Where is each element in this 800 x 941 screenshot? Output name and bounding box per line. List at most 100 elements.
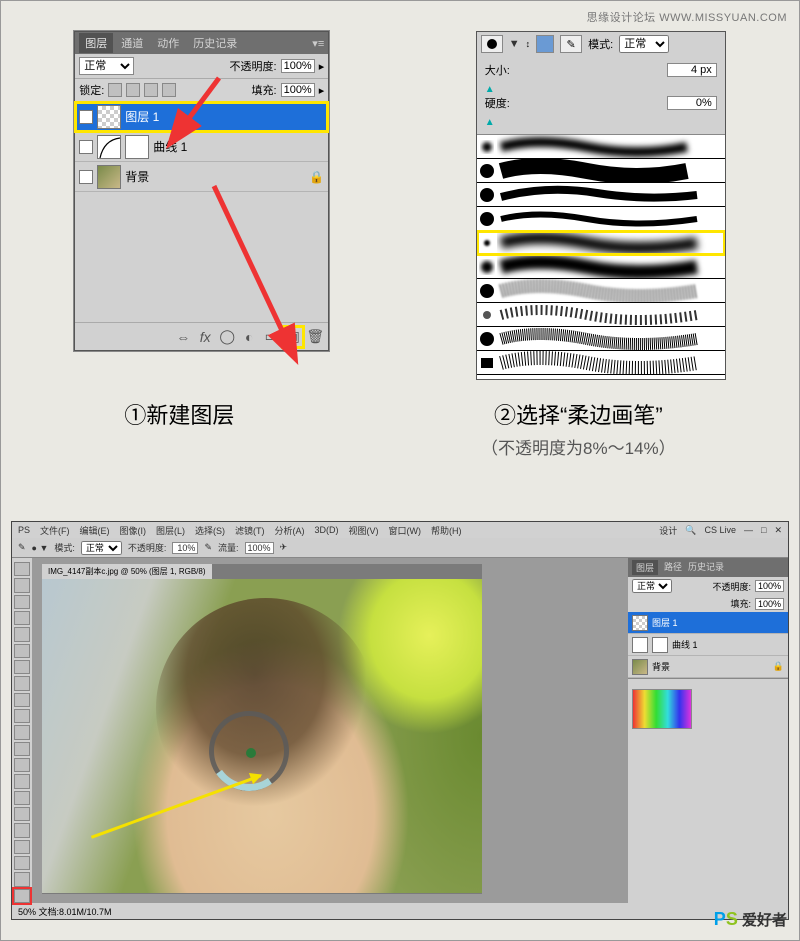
- fill-caret-icon[interactable]: ▸: [319, 84, 325, 97]
- brush-preset-row[interactable]: [477, 303, 725, 327]
- menu-3d[interactable]: 3D(D): [315, 525, 339, 535]
- dodge-tool-icon[interactable]: [14, 774, 30, 788]
- side-blend-mode[interactable]: 正常: [632, 579, 672, 593]
- side-opacity-value[interactable]: 100%: [755, 580, 784, 592]
- tab-paths[interactable]: 路径: [664, 560, 682, 575]
- blur-tool-icon[interactable]: [14, 758, 30, 772]
- side-layer-row[interactable]: 背景 🔒: [628, 656, 788, 678]
- new-layer-icon[interactable]: ▣: [284, 328, 302, 346]
- trash-icon[interactable]: 🗑: [306, 328, 324, 346]
- layer-row-curves[interactable]: 曲线 1: [75, 132, 328, 162]
- brush-size-icon[interactable]: ↕: [526, 39, 531, 49]
- fx-icon[interactable]: fx: [196, 328, 214, 346]
- brush-preset-row[interactable]: [477, 351, 725, 375]
- visibility-icon[interactable]: [79, 170, 93, 184]
- hardness-slider-icon[interactable]: ▲: [485, 117, 717, 128]
- brush-preview-icon[interactable]: [481, 35, 503, 53]
- canvas-photo[interactable]: [42, 579, 482, 893]
- color-ramp-icon[interactable]: [632, 689, 692, 729]
- menu-filter[interactable]: 滤镜(T): [235, 524, 265, 537]
- history-brush-tool-icon[interactable]: [14, 709, 30, 723]
- menu-edit[interactable]: 编辑(E): [80, 524, 110, 537]
- blend-mode-select[interactable]: 正常: [79, 57, 134, 75]
- tablet-opacity-icon[interactable]: ✎: [204, 542, 212, 553]
- hardness-value[interactable]: 0%: [667, 96, 717, 110]
- marquee-tool-icon[interactable]: [14, 578, 30, 592]
- side-layer-row[interactable]: 图层 1: [628, 612, 788, 634]
- search-icon[interactable]: 🔍: [685, 525, 696, 536]
- path-tool-icon[interactable]: [14, 823, 30, 837]
- tablet-icon[interactable]: ✎: [560, 35, 582, 53]
- size-value[interactable]: 4 px: [667, 63, 717, 77]
- lock-transparent-icon[interactable]: [108, 83, 122, 97]
- eraser-tool-icon[interactable]: [14, 725, 30, 739]
- menu-file[interactable]: 文件(F): [40, 524, 70, 537]
- tab-history[interactable]: 历史记录: [688, 560, 724, 575]
- lock-move-icon[interactable]: [144, 83, 158, 97]
- size-slider-icon[interactable]: ▲: [485, 84, 717, 95]
- visibility-icon[interactable]: [79, 140, 93, 154]
- side-layer-row[interactable]: 曲线 1: [628, 634, 788, 656]
- lock-all-icon[interactable]: [162, 83, 176, 97]
- folder-icon[interactable]: ▭: [262, 328, 280, 346]
- layer-row-layer1[interactable]: 图层 1: [75, 102, 328, 132]
- menu-layer[interactable]: 图层(L): [156, 524, 185, 537]
- window-minimize-icon[interactable]: —: [744, 525, 753, 535]
- brush-preset-row[interactable]: [477, 279, 725, 303]
- type-tool-icon[interactable]: [14, 807, 30, 821]
- brush-preset-row[interactable]: [477, 159, 725, 183]
- shape-tool-icon[interactable]: [14, 840, 30, 854]
- window-maximize-icon[interactable]: □: [761, 525, 766, 535]
- tab-channels[interactable]: 通道: [115, 33, 149, 53]
- link-icon[interactable]: ⇔: [174, 328, 192, 346]
- brush-preset-row-selected[interactable]: [477, 231, 725, 255]
- brush-preset-row[interactable]: [477, 327, 725, 351]
- menu-analysis[interactable]: 分析(A): [275, 524, 305, 537]
- panel-menu-icon[interactable]: ▾≡: [312, 37, 324, 50]
- side-fill-value[interactable]: 100%: [755, 598, 784, 610]
- brush-preset-row[interactable]: [477, 255, 725, 279]
- tab-actions[interactable]: 动作: [151, 33, 185, 53]
- brush-tool-icon[interactable]: [14, 676, 30, 690]
- wand-tool-icon[interactable]: [14, 611, 30, 625]
- adjustment-icon[interactable]: ◐: [240, 328, 258, 346]
- gradient-tool-icon[interactable]: [14, 742, 30, 756]
- brush-preset-row[interactable]: [477, 135, 725, 159]
- brush-preset-row[interactable]: [477, 207, 725, 231]
- brush-preset-row[interactable]: [477, 183, 725, 207]
- opacity-value[interactable]: 100%: [281, 59, 315, 73]
- pen-tool-icon[interactable]: [14, 791, 30, 805]
- optbar-flow-value[interactable]: 100%: [245, 542, 274, 554]
- tab-history[interactable]: 历史记录: [187, 33, 243, 53]
- tab-layers[interactable]: 图层: [79, 33, 113, 53]
- layer-row-background[interactable]: 背景 🔒: [75, 162, 328, 192]
- menu-select[interactable]: 选择(S): [195, 524, 225, 537]
- eyedropper-tool-icon[interactable]: [14, 644, 30, 658]
- lock-paint-icon[interactable]: [126, 83, 140, 97]
- opacity-caret-icon[interactable]: ▸: [319, 60, 325, 73]
- heal-tool-icon[interactable]: [14, 660, 30, 674]
- cslive-label[interactable]: CS Live: [705, 525, 737, 535]
- airbrush-icon[interactable]: ✈: [280, 542, 288, 553]
- color-swap-icon[interactable]: [536, 35, 554, 53]
- move-tool-icon[interactable]: [14, 562, 30, 576]
- menu-help[interactable]: 帮助(H): [431, 524, 462, 537]
- visibility-icon[interactable]: [79, 110, 93, 124]
- crop-tool-icon[interactable]: [14, 627, 30, 641]
- window-close-icon[interactable]: ✕: [774, 525, 782, 536]
- optbar-mode-select[interactable]: 正常: [81, 541, 122, 555]
- menu-image[interactable]: 图像(I): [120, 524, 147, 537]
- lasso-tool-icon[interactable]: [14, 595, 30, 609]
- mask-icon[interactable]: ◯: [218, 328, 236, 346]
- fill-value[interactable]: 100%: [281, 83, 315, 97]
- brush-preset-icon[interactable]: ● ▼: [32, 543, 49, 553]
- document-tab[interactable]: IMG_4147副本c.jpg @ 50% (图层 1, RGB/8): [42, 564, 212, 579]
- tab-layers[interactable]: 图层: [632, 560, 658, 575]
- workspace-design[interactable]: 设计: [659, 524, 677, 537]
- optbar-opacity-value[interactable]: 10%: [172, 542, 198, 554]
- hand-tool-icon[interactable]: [14, 856, 30, 870]
- menu-window[interactable]: 窗口(W): [389, 524, 422, 537]
- brush-mode-select[interactable]: 正常: [619, 35, 669, 53]
- color-swatch-icon[interactable]: [14, 889, 30, 903]
- zoom-tool-icon[interactable]: [14, 872, 30, 886]
